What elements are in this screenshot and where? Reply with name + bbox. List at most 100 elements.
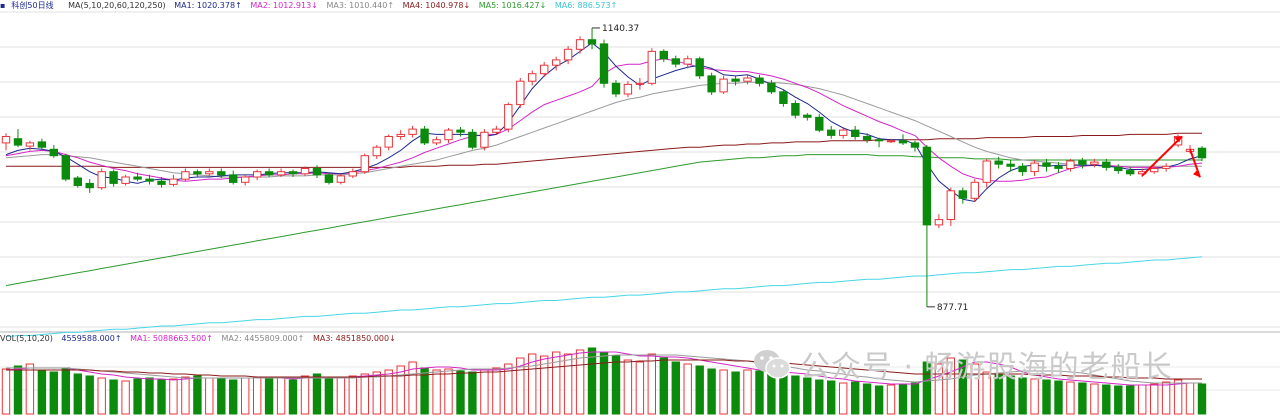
candle-body (229, 174, 238, 183)
candle-body (946, 190, 955, 221)
candle (958, 187, 967, 204)
candle (205, 168, 214, 176)
candle-body (37, 141, 47, 148)
candle-body (540, 64, 549, 75)
candle (121, 174, 130, 186)
candle-body (707, 75, 716, 93)
candle (193, 169, 202, 177)
volume-bar (611, 355, 621, 415)
candle-body (181, 171, 190, 180)
candle-body (922, 146, 932, 226)
candle-body (719, 78, 728, 93)
watermark: 公众号 · 畅游股海的老船长 (752, 342, 1173, 386)
candle (540, 62, 549, 77)
volume-bar (360, 373, 370, 415)
candle-body (767, 82, 776, 93)
candle (13, 129, 23, 148)
volume-bar (862, 383, 872, 415)
volume-bar (109, 379, 118, 415)
candle-body (193, 171, 202, 175)
candle-body (827, 129, 836, 136)
volume-bar (575, 349, 585, 415)
volume-bar (731, 371, 740, 415)
candle-body (671, 58, 680, 65)
candle-body (695, 58, 704, 77)
volume-bar (121, 380, 130, 415)
wechat-icon (754, 350, 791, 379)
candle (671, 55, 680, 68)
volume-bar (241, 377, 250, 415)
volume-bar (839, 382, 848, 415)
volume-bar (1185, 382, 1195, 415)
candle-body (958, 190, 967, 199)
candle-body (934, 219, 944, 226)
candle (420, 125, 429, 146)
candle (384, 134, 393, 151)
volume-bar (25, 363, 35, 415)
volume-bar (1173, 379, 1183, 415)
candle (862, 133, 872, 143)
candle (719, 75, 728, 94)
candle-body (25, 142, 35, 147)
candle-body (851, 129, 860, 138)
candle (324, 172, 334, 185)
candle-body (1114, 166, 1123, 172)
candle-body (217, 171, 226, 176)
candle (707, 72, 716, 96)
vol-ma3: MA3: 4851850.000↓ (312, 334, 396, 343)
candle-body (145, 178, 154, 182)
candle-body (982, 160, 991, 183)
candle-body (336, 175, 346, 183)
candle-body (1018, 165, 1027, 173)
candle-body (253, 171, 262, 178)
trend-arrow-up (1141, 135, 1183, 177)
candle (37, 138, 47, 150)
candle-body (1150, 168, 1159, 173)
volume-bar (157, 379, 166, 415)
volume-bar (133, 378, 142, 415)
volume-bar (49, 371, 58, 415)
volume-bar (432, 369, 441, 415)
candle-body (372, 146, 382, 157)
volume-bar (253, 376, 262, 415)
candle (1197, 146, 1207, 162)
candle (659, 49, 668, 63)
vol-ma2: MA2: 4455809.000↑ (221, 334, 305, 343)
candle (599, 39, 609, 88)
candle (1042, 158, 1051, 172)
vol-params: VOL(5,10,20) (0, 334, 53, 343)
volume-bar (1090, 383, 1099, 415)
candle (1, 133, 11, 151)
candle-body (623, 83, 633, 95)
candle (49, 145, 58, 158)
low-label: 877.71 (937, 303, 969, 313)
candle (181, 168, 190, 182)
volume-bar (910, 382, 920, 415)
candle-body (659, 50, 668, 60)
candle-body (1, 136, 11, 144)
volume-bar (898, 383, 908, 415)
candle-body (1161, 165, 1171, 169)
candle-body (910, 142, 920, 148)
candle (779, 89, 788, 107)
candle-body (157, 180, 166, 185)
volume-bar (444, 368, 453, 415)
candle-body (563, 48, 573, 61)
candle-body (13, 138, 23, 146)
candle (587, 27, 597, 50)
candle-body (599, 43, 609, 84)
volume-bar (61, 367, 70, 415)
candle-body (575, 39, 585, 50)
volume-bar (1, 368, 11, 415)
candle-body (384, 136, 393, 148)
candle-body (1054, 165, 1063, 169)
volume-bar (1138, 384, 1147, 415)
candle-body (994, 160, 1003, 165)
candle (910, 140, 920, 152)
candle-body (1090, 161, 1099, 165)
candle (1018, 163, 1027, 176)
volume-bar (348, 375, 358, 415)
candle-body (1006, 163, 1015, 167)
volume-bar (1197, 383, 1207, 415)
candle-body (1078, 160, 1087, 165)
